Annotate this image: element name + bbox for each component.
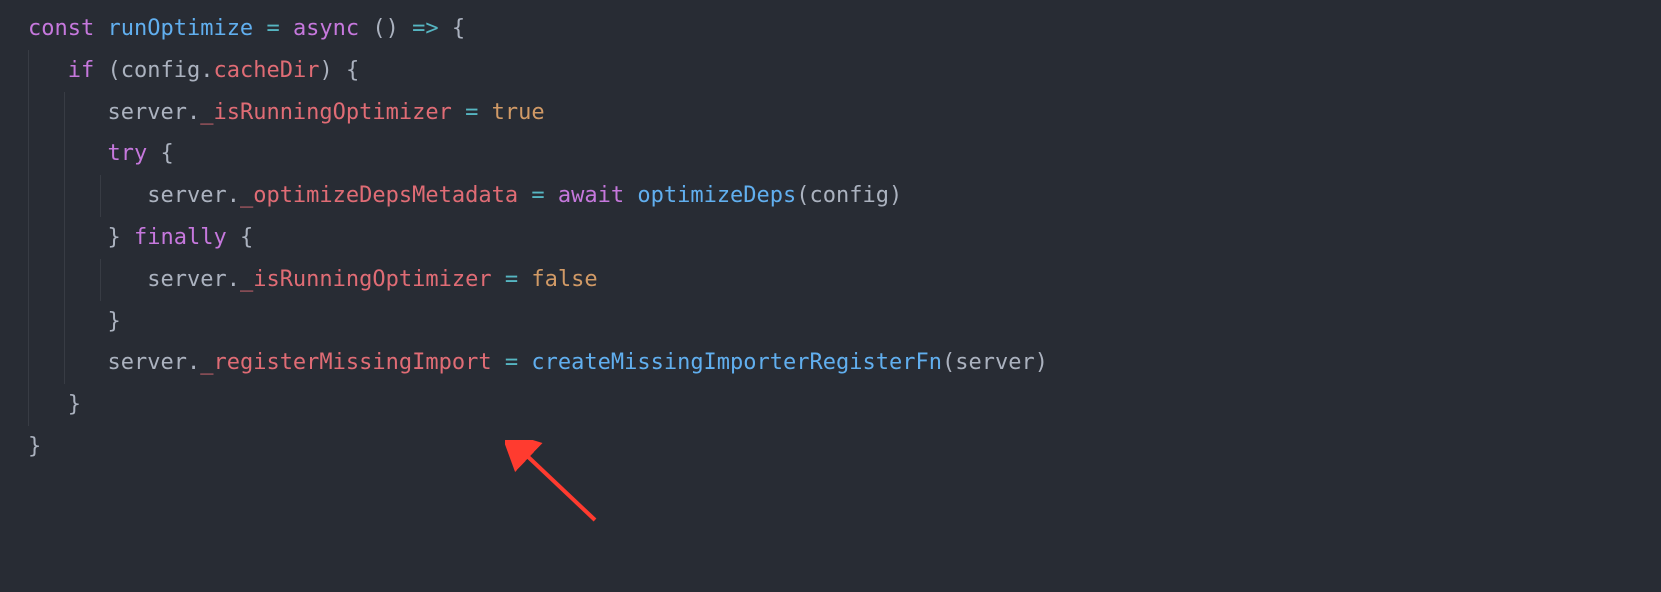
indent-guide (28, 342, 29, 384)
code-token: server (107, 100, 186, 125)
code-token: try (107, 141, 147, 166)
code-token: _isRunningOptimizer (200, 100, 452, 125)
code-token: createMissingImporterRegisterFn (531, 350, 942, 375)
code-token (253, 16, 266, 41)
code-token: if (68, 58, 95, 83)
code-token: = (465, 100, 478, 125)
code-token: await (558, 183, 624, 208)
indent-spaces (28, 392, 68, 417)
indent-guide (64, 342, 65, 384)
code-token: = (505, 267, 518, 292)
indent-guide (64, 175, 65, 217)
code-token: _registerMissingImport (200, 350, 491, 375)
code-token: } (68, 392, 81, 417)
code-token: = (531, 183, 544, 208)
indent-guide (64, 133, 65, 175)
code-line[interactable]: server._registerMissingImport = createMi… (0, 342, 1661, 384)
code-token: { (147, 141, 174, 166)
indent-guide (28, 175, 29, 217)
code-token (624, 183, 637, 208)
code-token (545, 183, 558, 208)
indent-guide (28, 384, 29, 426)
indent-guide (28, 92, 29, 134)
code-token: = (505, 350, 518, 375)
code-token (492, 267, 505, 292)
code-token: const (28, 16, 107, 41)
code-token: ( (94, 58, 121, 83)
code-token: server (107, 350, 186, 375)
code-token: ) { (319, 58, 359, 83)
code-token: async (293, 16, 359, 41)
code-token: runOptimize (107, 16, 253, 41)
indent-guide (64, 259, 65, 301)
code-token: } (107, 309, 120, 334)
indent-spaces (28, 141, 107, 166)
code-line[interactable]: server._optimizeDepsMetadata = await opt… (0, 175, 1661, 217)
indent-spaces (28, 267, 147, 292)
code-line[interactable]: const runOptimize = async () => { (0, 8, 1661, 50)
indent-guide (28, 301, 29, 343)
code-token (518, 267, 531, 292)
code-token: server (147, 267, 226, 292)
indent-guide (28, 259, 29, 301)
code-token: _isRunningOptimizer (240, 267, 492, 292)
code-token: . (200, 58, 213, 83)
indent-spaces (28, 58, 68, 83)
code-token: ) (1035, 350, 1048, 375)
indent-guide (28, 50, 29, 92)
indent-spaces (28, 225, 107, 250)
indent-spaces (28, 350, 107, 375)
code-line[interactable]: } finally { (0, 217, 1661, 259)
code-token: . (187, 100, 200, 125)
code-line[interactable]: } (0, 301, 1661, 343)
code-token (478, 100, 491, 125)
code-token: false (531, 267, 597, 292)
code-token: ( (942, 350, 955, 375)
indent-guide (28, 133, 29, 175)
code-token: () (359, 16, 412, 41)
code-token: { (439, 16, 466, 41)
code-token: => (412, 16, 439, 41)
indent-guide (28, 217, 29, 259)
code-token (492, 350, 505, 375)
code-token: config (121, 58, 200, 83)
code-token: server (147, 183, 226, 208)
code-token: ) (889, 183, 902, 208)
code-line[interactable]: } (0, 426, 1661, 468)
code-token (280, 16, 293, 41)
code-token: server (955, 350, 1034, 375)
code-token: . (227, 183, 240, 208)
code-block[interactable]: const runOptimize = async () => { if (co… (0, 0, 1661, 468)
indent-guide (100, 259, 101, 301)
indent-spaces (28, 183, 147, 208)
code-token (452, 100, 465, 125)
indent-spaces (28, 100, 107, 125)
code-line[interactable]: server._isRunningOptimizer = true (0, 92, 1661, 134)
code-token: _optimizeDepsMetadata (240, 183, 518, 208)
code-line[interactable]: } (0, 384, 1661, 426)
code-line[interactable]: try { (0, 133, 1661, 175)
indent-spaces (28, 309, 107, 334)
code-token (518, 183, 531, 208)
code-token: optimizeDeps (637, 183, 796, 208)
code-line[interactable]: server._isRunningOptimizer = false (0, 259, 1661, 301)
indent-guide (64, 217, 65, 259)
code-token: . (187, 350, 200, 375)
code-token: true (492, 100, 545, 125)
code-token: = (266, 16, 279, 41)
code-token: . (227, 267, 240, 292)
code-token: { (227, 225, 254, 250)
code-token (518, 350, 531, 375)
indent-guide (100, 175, 101, 217)
code-token: ( (796, 183, 809, 208)
code-token: finally (134, 225, 227, 250)
indent-guide (64, 92, 65, 134)
indent-guide (64, 301, 65, 343)
code-token: config (810, 183, 889, 208)
code-token: cacheDir (213, 58, 319, 83)
code-token: } (107, 225, 134, 250)
code-line[interactable]: if (config.cacheDir) { (0, 50, 1661, 92)
code-token: } (28, 434, 41, 459)
